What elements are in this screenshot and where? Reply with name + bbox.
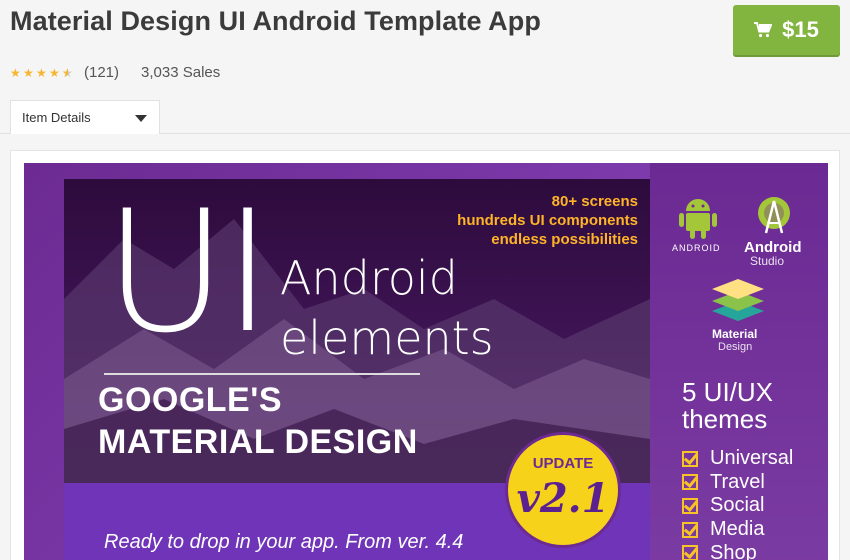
item-meta: ★ ★ ★ ★ ★ (121) 3,033 Sales bbox=[10, 64, 220, 81]
android-robot-icon bbox=[679, 199, 717, 239]
page-title: Material Design UI Android Template App bbox=[10, 6, 541, 36]
material-design-sublabel: Design bbox=[718, 341, 753, 353]
theme-item: Travel bbox=[682, 471, 793, 495]
android-logo-label: ANDROID bbox=[672, 243, 721, 253]
theme-item: Media bbox=[682, 518, 793, 542]
item-header: Material Design UI Android Template App … bbox=[0, 0, 850, 100]
tab-label: Item Details bbox=[22, 110, 91, 125]
checkbox-icon bbox=[682, 450, 698, 467]
android-studio-icon bbox=[758, 197, 790, 234]
checkbox-icon bbox=[682, 521, 698, 538]
star-icon: ★ bbox=[36, 65, 47, 80]
price-label: $15 bbox=[782, 17, 819, 42]
themes-heading-line1: 5 UI/UX bbox=[682, 377, 774, 407]
half-star-icon: ★ bbox=[62, 66, 74, 80]
theme-item: Universal bbox=[682, 447, 793, 471]
banner-tagline: Ready to drop in your app. From ver. 4.4 bbox=[104, 531, 464, 553]
material-design-label: Material bbox=[712, 327, 758, 341]
cart-icon bbox=[754, 22, 773, 38]
highlight-possibilities: endless possibilities bbox=[491, 231, 638, 248]
chevron-down-icon bbox=[135, 115, 147, 122]
sales-count: 3,033 Sales bbox=[141, 64, 221, 81]
material-design-icon bbox=[712, 279, 764, 321]
buy-now-button[interactable]: $15 bbox=[733, 5, 840, 55]
theme-label: Media bbox=[710, 518, 765, 541]
theme-label: Travel bbox=[710, 470, 765, 493]
rating-count[interactable]: (121) bbox=[84, 64, 119, 81]
version-label: v2.1 bbox=[516, 475, 610, 522]
update-badge: UPDATE v2.1 bbox=[508, 435, 618, 545]
banner-divider bbox=[104, 373, 420, 375]
star-rating[interactable]: ★ ★ ★ ★ ★ bbox=[10, 66, 74, 80]
update-label: UPDATE bbox=[532, 455, 594, 472]
theme-label: Shop bbox=[710, 541, 757, 560]
banner-elements-text: elements bbox=[280, 311, 494, 365]
themes-heading-line2: themes bbox=[682, 404, 768, 434]
preview-image-frame: 80+ screens hundreds UI components endle… bbox=[10, 150, 840, 560]
star-icon: ★ bbox=[10, 65, 21, 80]
preview-banner[interactable]: 80+ screens hundreds UI components endle… bbox=[24, 163, 828, 560]
theme-label: Universal bbox=[710, 447, 794, 470]
star-icon: ★ bbox=[49, 65, 60, 80]
checkbox-icon bbox=[682, 497, 698, 514]
android-studio-sublabel: Studio bbox=[750, 254, 785, 268]
banner-android-text: Android bbox=[280, 251, 458, 305]
theme-item: Social bbox=[682, 494, 793, 518]
themes-list: Universal Travel Social Media Shop bbox=[682, 447, 793, 560]
highlight-screens: 80+ screens bbox=[551, 193, 638, 210]
highlight-components: hundreds UI components bbox=[457, 212, 638, 229]
banner-googles-text: GOOGLE'S bbox=[98, 381, 282, 419]
theme-item: Shop bbox=[682, 541, 793, 560]
tab-item-details[interactable]: Item Details bbox=[10, 100, 160, 134]
checkbox-icon bbox=[682, 545, 698, 560]
star-icon: ★ bbox=[23, 65, 34, 80]
theme-label: Social bbox=[710, 494, 765, 517]
banner-material-design-text: MATERIAL DESIGN bbox=[98, 423, 418, 461]
banner-ui-text: UI bbox=[104, 174, 273, 370]
checkbox-icon bbox=[682, 474, 698, 491]
